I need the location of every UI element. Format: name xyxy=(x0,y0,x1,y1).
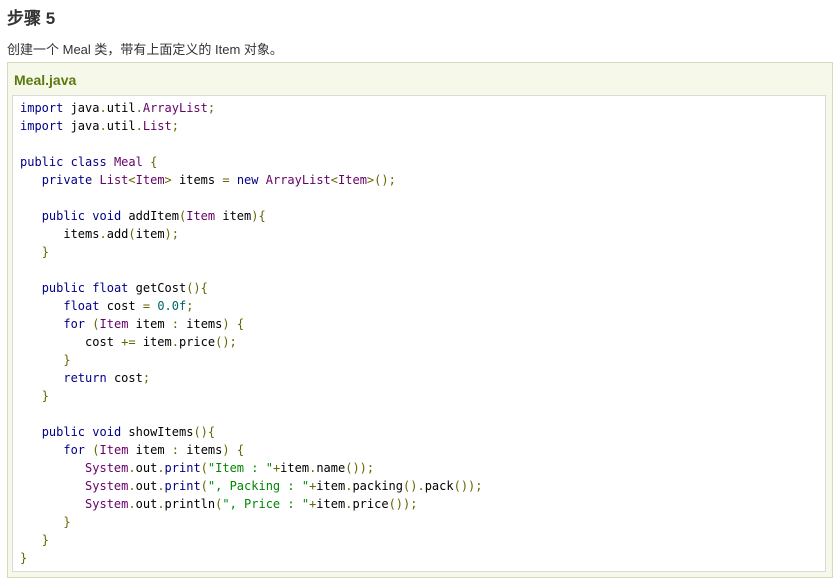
code-line: } xyxy=(63,515,71,529)
code-line: public void showItems(){ xyxy=(41,425,216,439)
code-line: private List<Item> items = new ArrayList… xyxy=(41,173,396,187)
page-title: 步骤 5 xyxy=(7,9,56,28)
code-block: import java.util.ArrayList; import java.u… xyxy=(20,99,483,567)
code-line: for (Item item : items) { xyxy=(63,443,245,457)
code-example-panel: Meal.java import java.util.ArrayList; imp… xyxy=(7,62,833,578)
code-line: } xyxy=(41,389,49,403)
code-line: import java.util.List; xyxy=(20,119,179,133)
code-line: public class Meal { xyxy=(20,155,158,169)
code-line: float cost = 0.0f; xyxy=(63,299,194,313)
code-line: items.add(item); xyxy=(20,227,179,241)
code-line: public void addItem(Item item){ xyxy=(41,209,266,223)
code-line: for (Item item : items) { xyxy=(63,317,245,331)
code-line: } xyxy=(41,245,49,259)
code-line: } xyxy=(20,551,28,565)
code-line: } xyxy=(41,533,49,547)
code-line: System.out.println(", Price : "+item.pri… xyxy=(85,497,418,511)
code-line: public float getCost(){ xyxy=(41,281,208,295)
code-line: System.out.print("Item : "+item.name()); xyxy=(85,461,375,475)
code-line: return cost; xyxy=(63,371,151,385)
code-line: cost += item.price(); xyxy=(20,335,237,349)
file-title: Meal.java xyxy=(14,72,77,88)
code-line: System.out.print(", Packing : "+item.pac… xyxy=(85,479,483,493)
code-box[interactable]: import java.util.ArrayList; import java.u… xyxy=(12,95,826,572)
code-line: import java.util.ArrayList; xyxy=(20,101,216,115)
code-line: } xyxy=(63,353,71,367)
step-description: 创建一个 Meal 类，带有上面定义的 Item 对象。 xyxy=(7,42,283,57)
